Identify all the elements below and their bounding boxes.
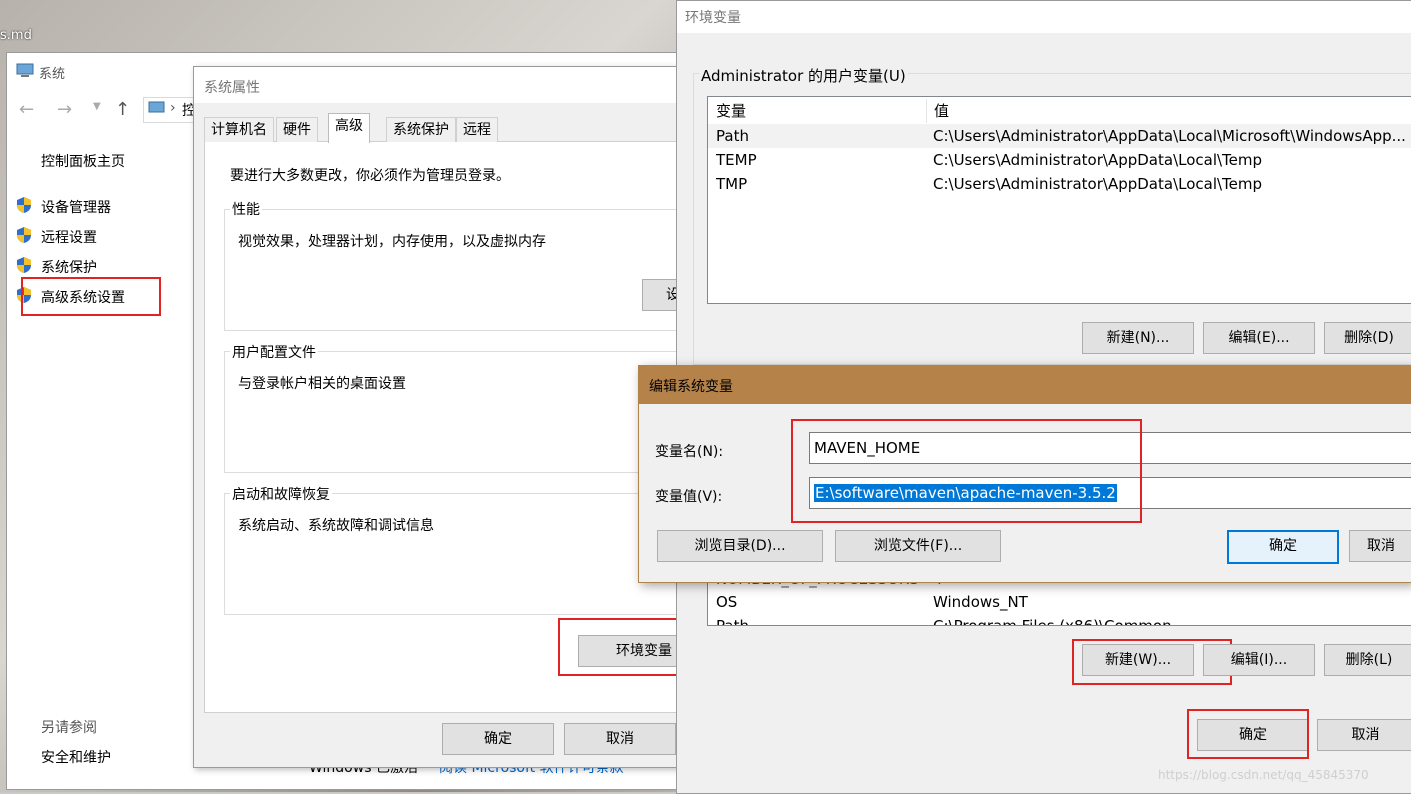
profile-desc: 与登录帐户相关的桌面设置: [238, 376, 406, 392]
var-value: Windows_NT: [933, 593, 1028, 611]
var-value: C:\Users\Administrator\AppData\Local\Mic…: [933, 127, 1406, 145]
env-titlebar: [677, 1, 1411, 33]
browse-file-button[interactable]: 浏览文件(F)...: [835, 530, 1001, 562]
highlight-variable-fields: [791, 419, 1142, 523]
sidebar-link-remote-settings[interactable]: 远程设置: [41, 227, 97, 247]
performance-title: 性能: [230, 199, 262, 219]
var-value: C:\Users\Administrator\AppData\Local\Tem…: [933, 151, 1263, 169]
profile-title: 用户配置文件: [230, 342, 318, 362]
security-maintenance-link[interactable]: 安全和维护: [41, 747, 111, 767]
tab-remote[interactable]: 远程: [456, 117, 498, 142]
tab-hardware[interactable]: 硬件: [276, 117, 318, 142]
edit-ok-button[interactable]: 确定: [1227, 530, 1339, 564]
startup-group: [224, 493, 706, 615]
user-vars-list[interactable]: 变量 值 Path C:\Users\Administrator\AppData…: [707, 96, 1411, 304]
startup-title: 启动和故障恢复: [230, 484, 332, 504]
highlight-env-ok: [1187, 709, 1309, 759]
history-chevron-icon[interactable]: ▼: [93, 101, 101, 112]
watermark: https://blog.csdn.net/qq_45845370: [1158, 768, 1369, 782]
computer-icon: [15, 63, 37, 81]
variable-value-label: 变量值(V):: [655, 489, 723, 505]
var-value: C:\Users\Administrator\AppData\Local\Tem…: [933, 175, 1263, 193]
tab-system-protection[interactable]: 系统保护: [386, 117, 456, 142]
sidebar-link-system-protection[interactable]: 系统保护: [41, 257, 97, 277]
up-arrow-icon[interactable]: ↑: [115, 99, 130, 120]
desktop-file-label[interactable]: s.md: [0, 28, 32, 43]
list-header: 变量 值: [708, 99, 1411, 123]
startup-desc: 系统启动、系统故障和调试信息: [238, 518, 434, 534]
sysprop-cancel-button[interactable]: 取消: [564, 723, 676, 755]
control-panel-home-link[interactable]: 控制面板主页: [41, 151, 125, 171]
address-computer-icon: [148, 101, 166, 121]
address-chevron-icon: ›: [170, 100, 176, 116]
user-edit-button[interactable]: 编辑(E)...: [1203, 322, 1315, 354]
back-arrow-icon[interactable]: ←: [19, 99, 34, 120]
system-properties-dialog: 系统属性 计算机名 硬件 高级 系统保护 远程 要进行大多数更改，你必须作为管理…: [193, 66, 720, 768]
window-title: 系统: [39, 67, 66, 82]
var-name: TMP: [716, 175, 748, 193]
var-name: Path: [716, 127, 749, 145]
variable-name-label: 变量名(N):: [655, 444, 724, 460]
edit-system-variable-dialog: 编辑系统变量 变量名(N): MAVEN_HOME 变量值(V): E:\sof…: [638, 365, 1411, 583]
see-also-label: 另请参阅: [41, 720, 97, 736]
sysprop-titlebar: [194, 67, 714, 103]
tab-computer-name[interactable]: 计算机名: [204, 117, 274, 142]
user-delete-button[interactable]: 删除(D): [1324, 322, 1411, 354]
performance-group: [224, 209, 706, 331]
sidebar-link-device-manager[interactable]: 设备管理器: [41, 197, 111, 217]
table-row[interactable]: TEMP C:\Users\Administrator\AppData\Loca…: [708, 148, 1411, 172]
performance-desc: 视觉效果，处理器计划，内存使用，以及虚拟内存: [238, 234, 546, 250]
table-row[interactable]: Path C:\Users\Administrator\AppData\Loca…: [708, 124, 1411, 148]
tab-advanced[interactable]: 高级: [328, 113, 370, 143]
forward-arrow-icon[interactable]: →: [57, 99, 72, 120]
edit-cancel-button[interactable]: 取消: [1349, 530, 1411, 562]
highlight-advanced-settings: [21, 277, 161, 316]
sysprop-title: 系统属性: [204, 80, 260, 96]
column-header-value[interactable]: 值: [934, 99, 949, 123]
table-row[interactable]: Path C:\Program Files (x86)\Common Files…: [708, 614, 1411, 626]
table-row[interactable]: TMP C:\Users\Administrator\AppData\Local…: [708, 172, 1411, 196]
var-value: C:\Program Files (x86)\Common Files\Orac…: [933, 617, 1172, 626]
edit-dialog-title: 编辑系统变量: [649, 379, 733, 395]
var-name: OS: [716, 593, 738, 611]
table-row[interactable]: OS Windows_NT: [708, 590, 1411, 614]
env-cancel-button[interactable]: 取消: [1317, 719, 1411, 751]
admin-notice: 要进行大多数更改，你必须作为管理员登录。: [230, 168, 510, 184]
column-divider: [926, 99, 927, 123]
system-delete-button[interactable]: 删除(L): [1324, 644, 1411, 676]
uac-shield-icon: [15, 256, 33, 278]
edit-dialog-titlebar: [639, 366, 1411, 404]
browse-directory-button[interactable]: 浏览目录(D)...: [657, 530, 823, 562]
sysprop-ok-button[interactable]: 确定: [442, 723, 554, 755]
uac-shield-icon: [15, 196, 33, 218]
system-edit-button[interactable]: 编辑(I)...: [1203, 644, 1315, 676]
user-vars-title: Administrator 的用户变量(U): [699, 65, 908, 86]
env-title: 环境变量: [685, 10, 741, 26]
user-new-button[interactable]: 新建(N)...: [1082, 322, 1194, 354]
column-header-variable[interactable]: 变量: [716, 99, 746, 123]
var-name: Path: [716, 617, 749, 626]
uac-shield-icon: [15, 226, 33, 248]
profile-group: [224, 351, 706, 473]
var-name: TEMP: [716, 151, 757, 169]
